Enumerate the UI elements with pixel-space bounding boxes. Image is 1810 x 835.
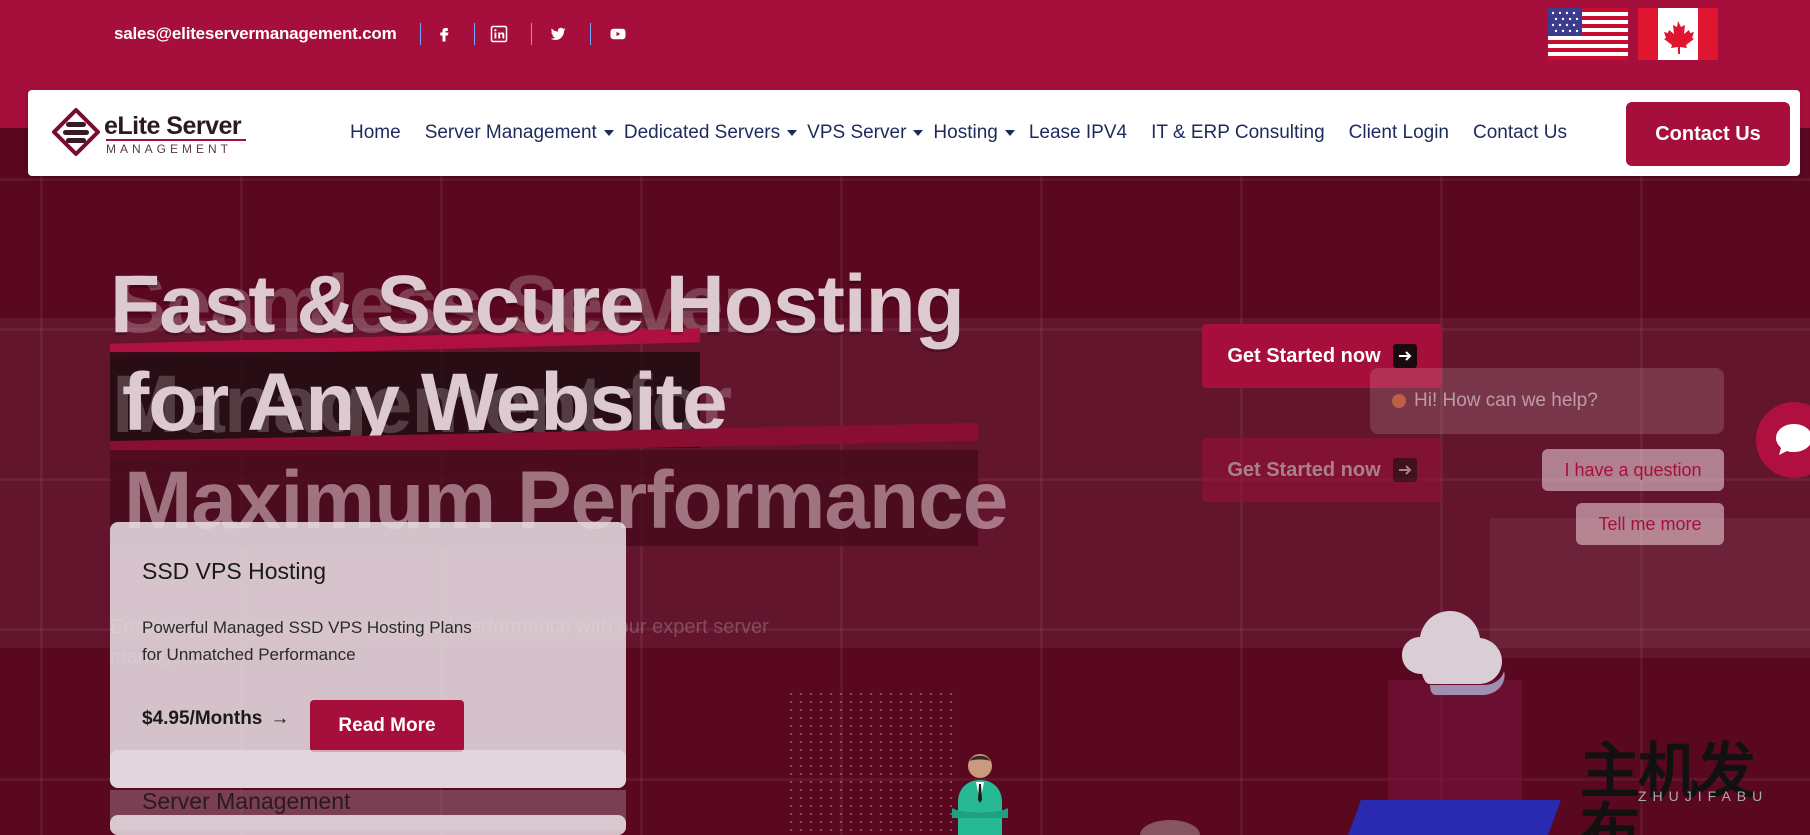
brand-name: eLite Server xyxy=(104,112,242,140)
person-figure xyxy=(952,754,1008,835)
caret-down-icon xyxy=(603,130,614,136)
us-flag-icon[interactable] xyxy=(1548,8,1628,60)
chat-option-question[interactable]: I have a question xyxy=(1542,449,1724,491)
arrow-right-icon xyxy=(1392,344,1417,368)
watermark-logo: 主机发布 ZHUJIFABU xyxy=(1580,737,1769,835)
canada-flag-icon[interactable] xyxy=(1638,8,1718,60)
product-card xyxy=(110,750,626,788)
chat-launcher-button[interactable] xyxy=(1756,402,1810,478)
card-title: Server Management xyxy=(142,788,351,814)
chat-greeting[interactable]: Hi! How can we help? xyxy=(1370,368,1724,434)
cloud-icon xyxy=(1402,611,1505,695)
nav-lease-ipv4[interactable]: Lease IPV4 xyxy=(1029,122,1127,144)
nav-home[interactable]: Home xyxy=(350,122,401,144)
get-started-button[interactable]: Get Started now xyxy=(1202,438,1442,502)
divider xyxy=(474,23,475,45)
linkedin-icon[interactable] xyxy=(486,22,512,46)
card-price: $4.95/Months → xyxy=(142,708,290,729)
logo-mark-icon xyxy=(52,108,100,156)
chat-option-tell-more[interactable]: Tell me more xyxy=(1576,503,1724,545)
card-title: SSD VPS Hosting xyxy=(142,558,327,584)
arrow-right-icon xyxy=(1392,458,1417,482)
divider xyxy=(420,23,421,45)
caret-down-icon xyxy=(913,130,924,136)
brand-underline xyxy=(106,139,246,141)
contact-email-link[interactable]: sales@eliteservermanagement.com xyxy=(114,24,397,44)
contact-us-button[interactable]: Contact Us xyxy=(1626,102,1790,166)
caret-down-icon xyxy=(1004,130,1015,136)
nav-hosting[interactable]: Hosting xyxy=(933,122,1015,144)
product-card: SSD VPS Hosting Powerful Managed SSD VPS… xyxy=(110,522,626,788)
server-platform xyxy=(1339,800,1561,835)
brand-subtitle: MANAGEMENT xyxy=(106,142,233,156)
arrow-right-icon: → xyxy=(270,708,290,729)
facebook-icon[interactable] xyxy=(431,22,457,46)
hero-headline: Fast & Secure Hosting xyxy=(110,259,965,350)
divider xyxy=(590,23,591,45)
site-logo[interactable]: eLite Server MANAGEMENT xyxy=(50,106,250,160)
youtube-icon[interactable] xyxy=(605,22,631,46)
caret-down-icon xyxy=(787,130,798,136)
nav-contact-us[interactable]: Contact Us xyxy=(1473,122,1567,144)
main-navbar: eLite Server MANAGEMENT Home Server Mana… xyxy=(28,90,1800,176)
twitter-icon[interactable] xyxy=(545,22,571,46)
nav-dedicated-servers[interactable]: Dedicated Servers xyxy=(624,122,798,144)
wave-icon xyxy=(1392,394,1406,408)
read-more-button[interactable]: Read More xyxy=(310,700,464,752)
nav-client-login[interactable]: Client Login xyxy=(1349,122,1449,144)
nav-it-erp-consulting[interactable]: IT & ERP Consulting xyxy=(1151,122,1325,144)
nav-menu: Home Server Management Dedicated Servers… xyxy=(350,90,1591,176)
card-description: Powerful Managed SSD VPS Hosting Plans f… xyxy=(142,618,472,664)
nav-vps-server[interactable]: VPS Server xyxy=(807,122,924,144)
chat-icon xyxy=(1776,424,1810,455)
product-card xyxy=(110,815,626,835)
divider xyxy=(531,23,532,45)
nav-server-management[interactable]: Server Management xyxy=(425,122,614,144)
dot-pattern xyxy=(786,690,956,835)
